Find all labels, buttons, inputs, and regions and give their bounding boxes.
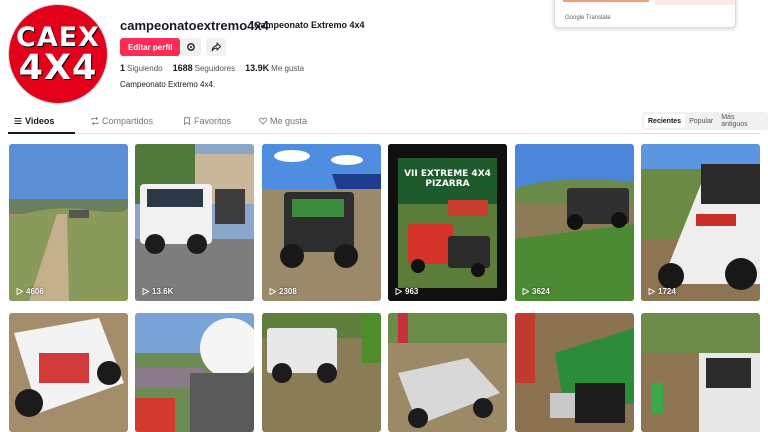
- view-count: 1724: [648, 287, 676, 296]
- video-thumbnail-3[interactable]: 2308: [262, 144, 381, 301]
- video-thumbnail-6[interactable]: 1724: [641, 144, 760, 301]
- tab-videos[interactable]: Videos: [14, 116, 54, 126]
- video-thumbnail-8[interactable]: [135, 313, 254, 432]
- sort-popular[interactable]: Popular: [685, 114, 717, 128]
- video-thumbnail-12[interactable]: [641, 313, 760, 432]
- video-thumbnail-11[interactable]: [515, 313, 634, 432]
- tab-shared[interactable]: Compartidos: [91, 116, 153, 126]
- translate-highlight: [655, 0, 735, 5]
- video-thumbnail-4[interactable]: VII EXTREME 4X4 PIZARRA 963: [388, 144, 507, 301]
- sort-oldest[interactable]: Más antiguos: [717, 114, 766, 128]
- following-count[interactable]: 1 Siguiendo: [120, 63, 163, 73]
- repost-icon: [91, 117, 99, 125]
- sort-switcher: Recientes Popular Más antiguos: [642, 112, 768, 130]
- play-icon: [648, 288, 655, 295]
- video-preview-image: [641, 144, 760, 301]
- sort-recent[interactable]: Recientes: [644, 114, 686, 128]
- video-preview-image: [388, 313, 507, 432]
- profile-bio: Campeonato Extremo 4x4.: [120, 80, 216, 89]
- google-translate-label: Google Translate: [565, 15, 611, 21]
- bookmark-icon: [184, 117, 190, 125]
- video-preview-image: [135, 144, 254, 301]
- translate-progress: [563, 0, 649, 2]
- share-icon: [211, 42, 221, 52]
- video-thumbnail-5[interactable]: 3624: [515, 144, 634, 301]
- grid-icon: [14, 118, 22, 124]
- video-thumbnail-7[interactable]: [9, 313, 128, 432]
- edit-profile-button[interactable]: Editar perfil: [120, 38, 181, 56]
- profile-stats: 1 Siguiendo 1688 Seguidores 13.9K Me gusta: [120, 63, 304, 73]
- settings-button[interactable]: [181, 38, 201, 56]
- video-preview-image: [135, 313, 254, 432]
- avatar-logo-text: CAEX: [16, 22, 100, 53]
- followers-count[interactable]: 1688 Seguidores: [173, 63, 236, 73]
- active-tab-indicator: [8, 132, 75, 134]
- likes-count: 13.9K Me gusta: [245, 63, 305, 73]
- share-profile-button[interactable]: [206, 38, 226, 56]
- tab-liked[interactable]: Me gusta: [259, 116, 307, 126]
- heart-icon: [259, 117, 267, 125]
- video-preview-image: [262, 313, 381, 432]
- video-preview-image: [515, 144, 634, 301]
- profile-nickname: Campeonato Extremo 4x4: [254, 20, 365, 30]
- video-thumbnail-1[interactable]: 4606: [9, 144, 128, 301]
- video-thumbnail-10[interactable]: [388, 313, 507, 432]
- tab-favorites[interactable]: Favoritos: [183, 116, 231, 126]
- video-preview-image: [262, 144, 381, 301]
- view-count: 3624: [522, 287, 550, 296]
- video-preview-image: [9, 144, 128, 301]
- avatar-logo-text-2: 4X4: [18, 48, 98, 88]
- play-icon: [395, 288, 402, 295]
- avatar[interactable]: CAEX 4X4: [8, 4, 108, 104]
- play-icon: [522, 288, 529, 295]
- video-preview-image: [9, 313, 128, 432]
- video-preview-image: [515, 313, 634, 432]
- video-thumbnail-2[interactable]: 13.6K: [135, 144, 254, 301]
- video-thumbnail-9[interactable]: [262, 313, 381, 432]
- profile-username: campeonatoextremo4x4: [120, 18, 269, 33]
- view-count: 4606: [16, 287, 44, 296]
- video-preview-image: [641, 313, 760, 432]
- translate-popup: Google Translate: [554, 0, 736, 28]
- view-count: 13.6K: [142, 287, 173, 296]
- play-icon: [142, 288, 149, 295]
- poster-title: VII EXTREME 4X4 PIZARRA: [404, 169, 491, 189]
- view-count: 2308: [269, 287, 297, 296]
- profile-page: CAEX 4X4 campeonatoextremo4x4 Campeonato…: [0, 0, 768, 432]
- view-count: 963: [395, 287, 418, 296]
- video-preview-image: [388, 144, 507, 301]
- play-icon: [269, 288, 276, 295]
- gear-icon: [187, 43, 195, 51]
- play-icon: [16, 288, 23, 295]
